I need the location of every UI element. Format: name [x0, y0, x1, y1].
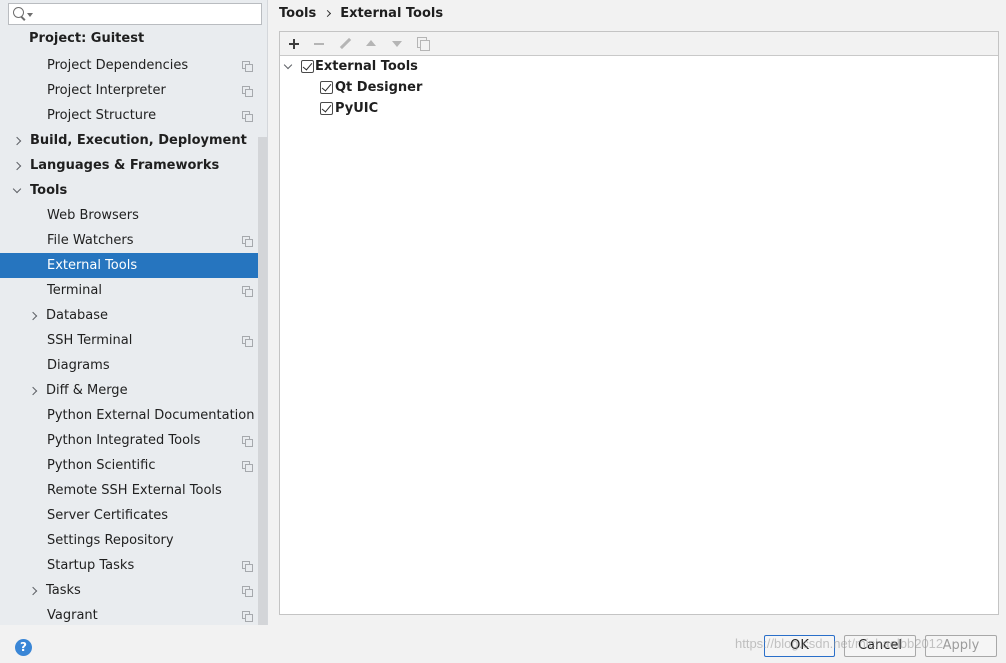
chevron-right-icon[interactable]: [28, 311, 38, 321]
sidebar-item-label: File Watchers: [47, 233, 134, 248]
sidebar-item-remote-ssh-external-tools[interactable]: Remote SSH External Tools: [0, 478, 267, 503]
chevron-right-icon[interactable]: [28, 386, 38, 396]
external-tools-panel: External Tools Qt Designer PyUIC: [279, 31, 999, 615]
sidebar-item-languages-frameworks[interactable]: Languages & Frameworks: [0, 153, 267, 178]
sidebar-item-label: Project Interpreter: [47, 83, 166, 98]
arrow-up-icon[interactable]: [363, 36, 379, 52]
tool-checkbox-pyuic[interactable]: [320, 102, 333, 115]
sidebar-item-external-tools[interactable]: External Tools: [0, 253, 267, 278]
breadcrumb-parent[interactable]: Tools: [279, 6, 316, 21]
sidebar-item-vagrant[interactable]: Vagrant: [0, 603, 267, 625]
sidebar-item-file-watchers[interactable]: File Watchers: [0, 228, 267, 253]
sidebar-item-build-execution-deployment[interactable]: Build, Execution, Deployment: [0, 128, 267, 153]
sidebar-item-label: Tasks: [46, 583, 81, 598]
tool-label: Qt Designer: [335, 80, 423, 95]
project-level-icon: [242, 586, 253, 597]
sidebar-item-terminal[interactable]: Terminal: [0, 278, 267, 303]
project-level-icon: [242, 61, 253, 72]
sidebar-item-project-dependencies[interactable]: Project Dependencies: [0, 53, 267, 78]
chevron-right-icon[interactable]: [12, 161, 22, 171]
sidebar-item-label: Terminal: [47, 283, 102, 298]
sidebar-item-label: SSH Terminal: [47, 333, 133, 348]
tool-group-checkbox[interactable]: [301, 60, 314, 73]
sidebar-item-settings-repository[interactable]: Settings Repository: [0, 528, 267, 553]
sidebar-item-label: Python Scientific: [47, 458, 156, 473]
sidebar-item-tasks[interactable]: Tasks: [0, 578, 267, 603]
sidebar-item-label: Database: [46, 308, 109, 323]
sidebar-item-label: External Tools: [47, 258, 138, 273]
sidebar-item-project-interpreter[interactable]: Project Interpreter: [0, 78, 267, 103]
sidebar-item-label: Remote SSH External Tools: [47, 483, 222, 498]
sidebar-item-diff-merge[interactable]: Diff & Merge: [0, 378, 267, 403]
chevron-down-icon[interactable]: [283, 60, 293, 70]
sidebar-item-python-integrated-tools[interactable]: Python Integrated Tools: [0, 428, 267, 453]
breadcrumb-current: External Tools: [340, 6, 444, 21]
chevron-right-icon[interactable]: [12, 136, 22, 146]
sidebar-item-label: Settings Repository: [47, 533, 174, 548]
project-level-icon: [242, 561, 253, 572]
minus-icon[interactable]: [311, 36, 327, 52]
sidebar-item-startup-tasks[interactable]: Startup Tasks: [0, 553, 267, 578]
ok-button[interactable]: OK: [764, 635, 835, 657]
project-level-icon: [242, 436, 253, 447]
help-icon[interactable]: ?: [15, 639, 32, 656]
copy-icon[interactable]: [415, 36, 431, 52]
tool-checkbox-qt-designer[interactable]: [320, 81, 333, 94]
sidebar-item-label: Diff & Merge: [46, 383, 128, 398]
tools-toolbar: [280, 32, 998, 56]
sidebar-item-label: Diagrams: [47, 358, 110, 373]
settings-sidebar: Project: Guitest Project Dependencies Proj…: [0, 0, 268, 625]
project-level-icon: [242, 286, 253, 297]
sidebar-item-label: Startup Tasks: [47, 558, 135, 573]
sidebar-item-database[interactable]: Database: [0, 303, 267, 328]
settings-tree: Project: Guitest Project Dependencies Proj…: [0, 28, 267, 625]
plus-icon[interactable]: [286, 36, 302, 52]
sidebar-item-label: Python External Documentation: [47, 408, 255, 423]
sidebar-item-python-scientific[interactable]: Python Scientific: [0, 453, 267, 478]
project-level-icon: [242, 236, 253, 247]
sidebar-item-web-browsers[interactable]: Web Browsers: [0, 203, 267, 228]
sidebar-item-diagrams[interactable]: Diagrams: [0, 353, 267, 378]
pencil-icon[interactable]: [337, 36, 353, 52]
sidebar-item-label: Python Integrated Tools: [47, 433, 201, 448]
sidebar-item-project-guitest[interactable]: Project: Guitest: [0, 28, 267, 53]
sidebar-item-label: Project Structure: [47, 108, 157, 123]
project-level-icon: [242, 461, 253, 472]
chevron-down-icon[interactable]: [27, 13, 33, 17]
chevron-down-icon[interactable]: [12, 184, 22, 194]
search-box[interactable]: [8, 3, 262, 25]
search-input[interactable]: [35, 5, 257, 23]
sidebar-item-label: Project: Guitest: [29, 31, 145, 46]
sidebar-item-label: Languages & Frameworks: [30, 158, 220, 173]
apply-button[interactable]: Apply: [925, 635, 997, 657]
sidebar-item-project-structure[interactable]: Project Structure: [0, 103, 267, 128]
breadcrumb: Tools External Tools: [279, 5, 443, 23]
tool-group-label: External Tools: [315, 59, 418, 74]
sidebar-item-label: Server Certificates: [47, 508, 169, 523]
sidebar-item-tools[interactable]: Tools: [0, 178, 267, 203]
chevron-right-icon: [324, 9, 332, 18]
project-level-icon: [242, 336, 253, 347]
cancel-button[interactable]: Cancel: [844, 635, 916, 657]
project-level-icon: [242, 86, 253, 97]
sidebar-item-label: Vagrant: [47, 608, 98, 623]
project-level-icon: [242, 111, 253, 122]
sidebar-item-label: Project Dependencies: [47, 58, 189, 73]
sidebar-item-label: Web Browsers: [47, 208, 139, 223]
arrow-down-icon[interactable]: [389, 36, 405, 52]
tool-label: PyUIC: [335, 101, 379, 116]
sidebar-item-label: Build, Execution, Deployment: [30, 133, 247, 148]
search-icon[interactable]: [13, 7, 24, 18]
chevron-right-icon[interactable]: [28, 586, 38, 596]
project-level-icon: [242, 611, 253, 622]
sidebar-item-ssh-terminal[interactable]: SSH Terminal: [0, 328, 267, 353]
sidebar-item-server-certificates[interactable]: Server Certificates: [0, 503, 267, 528]
sidebar-item-python-external-documentation[interactable]: Python External Documentation: [0, 403, 267, 428]
sidebar-item-label: Tools: [30, 183, 68, 198]
sidebar-scrollbar[interactable]: [258, 137, 267, 625]
